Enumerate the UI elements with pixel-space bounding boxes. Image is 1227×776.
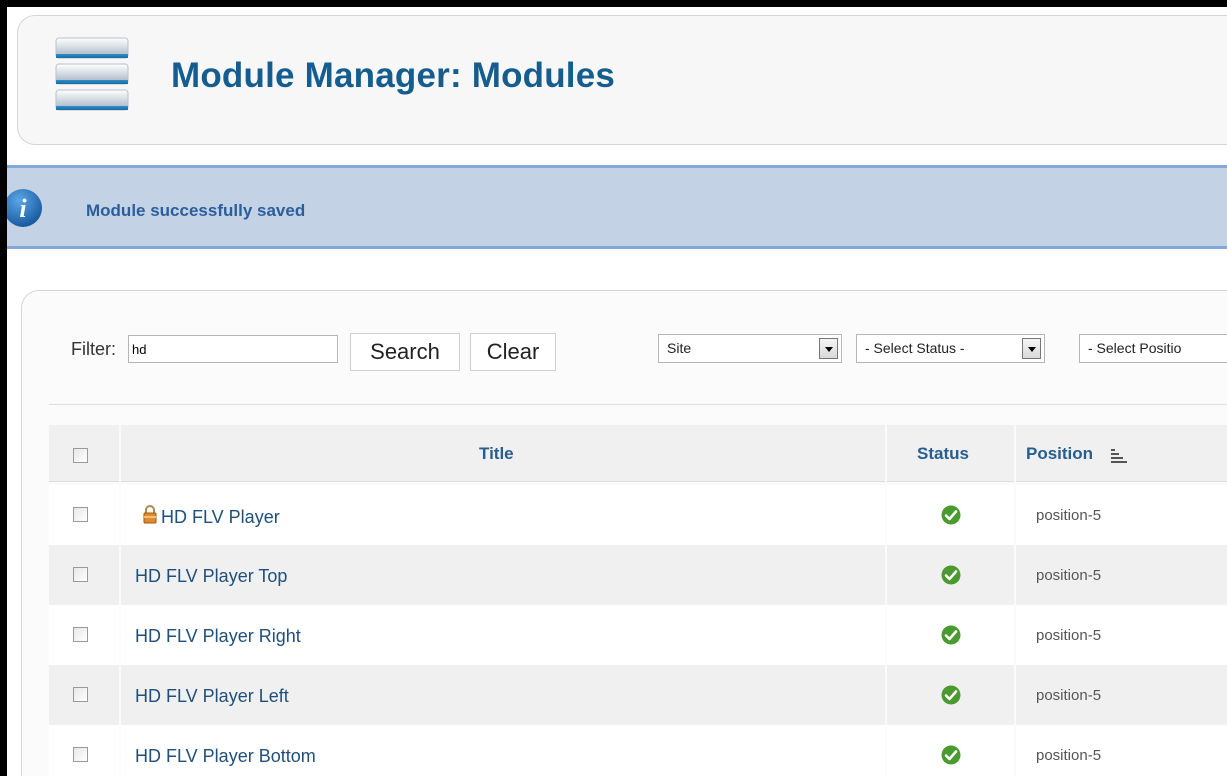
row-title-cell: HD FLV Player Top bbox=[121, 545, 885, 605]
sort-ascending-icon bbox=[1111, 449, 1127, 463]
row-checkbox[interactable] bbox=[73, 627, 88, 642]
client-select[interactable]: Site bbox=[658, 334, 842, 363]
message-text: Module successfully saved bbox=[86, 201, 306, 220]
module-title-link[interactable]: HD FLV Player Right bbox=[135, 626, 301, 647]
module-title-link[interactable]: HD FLV Player Bottom bbox=[135, 746, 316, 767]
table-row: HD FLV Player position-5 bbox=[49, 485, 1227, 545]
check-all-checkbox[interactable] bbox=[73, 448, 88, 463]
info-icon: i bbox=[7, 189, 42, 227]
row-status-cell bbox=[887, 725, 1014, 776]
published-check-icon[interactable] bbox=[941, 565, 961, 585]
page-title: Module Manager: Modules bbox=[171, 56, 616, 95]
table-row: HD FLV Player Bottom position-5 bbox=[49, 725, 1227, 776]
row-status-cell bbox=[887, 665, 1014, 725]
column-title-header[interactable]: Title bbox=[479, 444, 514, 464]
column-status-header[interactable]: Status bbox=[917, 444, 969, 464]
chevron-down-icon bbox=[1022, 338, 1041, 359]
table-row: HD FLV Player Left position-5 bbox=[49, 665, 1227, 725]
status-select-value: - Select Status - bbox=[865, 340, 965, 356]
system-message: i Module successfully saved bbox=[7, 165, 1227, 249]
published-check-icon[interactable] bbox=[941, 505, 961, 525]
module-position: position-5 bbox=[1036, 567, 1102, 584]
row-checkbox[interactable] bbox=[73, 747, 88, 762]
clear-button[interactable]: Clear bbox=[470, 333, 556, 371]
toolbar-header: Module Manager: Modules bbox=[17, 15, 1227, 145]
table-row: HD FLV Player Top position-5 bbox=[49, 545, 1227, 605]
row-position-cell: position-5 bbox=[1016, 605, 1227, 665]
module-position: position-5 bbox=[1036, 687, 1102, 704]
module-title-link[interactable]: HD FLV Player Top bbox=[135, 566, 287, 587]
row-checkbox[interactable] bbox=[73, 507, 88, 522]
row-position-cell: position-5 bbox=[1016, 485, 1227, 545]
published-check-icon[interactable] bbox=[941, 745, 961, 765]
position-select[interactable]: - Select Positio bbox=[1079, 334, 1227, 363]
row-title-cell: HD FLV Player Bottom bbox=[121, 725, 885, 776]
row-check-cell bbox=[49, 725, 119, 776]
header-position-cell[interactable]: Position bbox=[1016, 425, 1227, 482]
row-status-cell bbox=[887, 605, 1014, 665]
module-position: position-5 bbox=[1036, 507, 1102, 524]
client-select-value: Site bbox=[667, 340, 692, 356]
column-position-header[interactable]: Position bbox=[1026, 444, 1093, 464]
module-manager-icon bbox=[55, 37, 129, 111]
position-select-value: - Select Positio bbox=[1088, 340, 1182, 356]
chevron-down-icon bbox=[819, 338, 838, 359]
row-title-cell: HD FLV Player Right bbox=[121, 605, 885, 665]
window-frame: Module Manager: Modules i Module success… bbox=[0, 0, 1227, 776]
table-row: HD FLV Player Right position-5 bbox=[49, 605, 1227, 665]
row-check-cell bbox=[49, 605, 119, 665]
row-check-cell bbox=[49, 545, 119, 605]
header-title-cell[interactable]: Title bbox=[121, 425, 885, 482]
row-checkbox[interactable] bbox=[73, 567, 88, 582]
table-header-row: Title Status Position bbox=[49, 425, 1227, 485]
lock-icon bbox=[143, 505, 157, 524]
module-title-link[interactable]: HD FLV Player bbox=[161, 507, 280, 528]
row-title-cell: HD FLV Player Left bbox=[121, 665, 885, 725]
module-title-link[interactable]: HD FLV Player Left bbox=[135, 686, 289, 707]
published-check-icon[interactable] bbox=[941, 685, 961, 705]
row-title-cell: HD FLV Player bbox=[121, 485, 885, 545]
svg-text:i: i bbox=[19, 194, 27, 223]
module-position: position-5 bbox=[1036, 627, 1102, 644]
row-checkbox[interactable] bbox=[73, 687, 88, 702]
search-button[interactable]: Search bbox=[350, 333, 460, 371]
divider bbox=[49, 404, 1227, 405]
row-check-cell bbox=[49, 665, 119, 725]
header-check-cell bbox=[49, 425, 119, 482]
module-position: position-5 bbox=[1036, 747, 1102, 764]
row-position-cell: position-5 bbox=[1016, 665, 1227, 725]
filter-search-input[interactable] bbox=[128, 335, 338, 363]
row-status-cell bbox=[887, 545, 1014, 605]
row-position-cell: position-5 bbox=[1016, 545, 1227, 605]
filter-label: Filter: bbox=[71, 339, 116, 359]
header-status-cell[interactable]: Status bbox=[887, 425, 1014, 482]
row-check-cell bbox=[49, 485, 119, 545]
row-status-cell bbox=[887, 485, 1014, 545]
status-select[interactable]: - Select Status - bbox=[856, 334, 1045, 363]
row-position-cell: position-5 bbox=[1016, 725, 1227, 776]
published-check-icon[interactable] bbox=[941, 625, 961, 645]
